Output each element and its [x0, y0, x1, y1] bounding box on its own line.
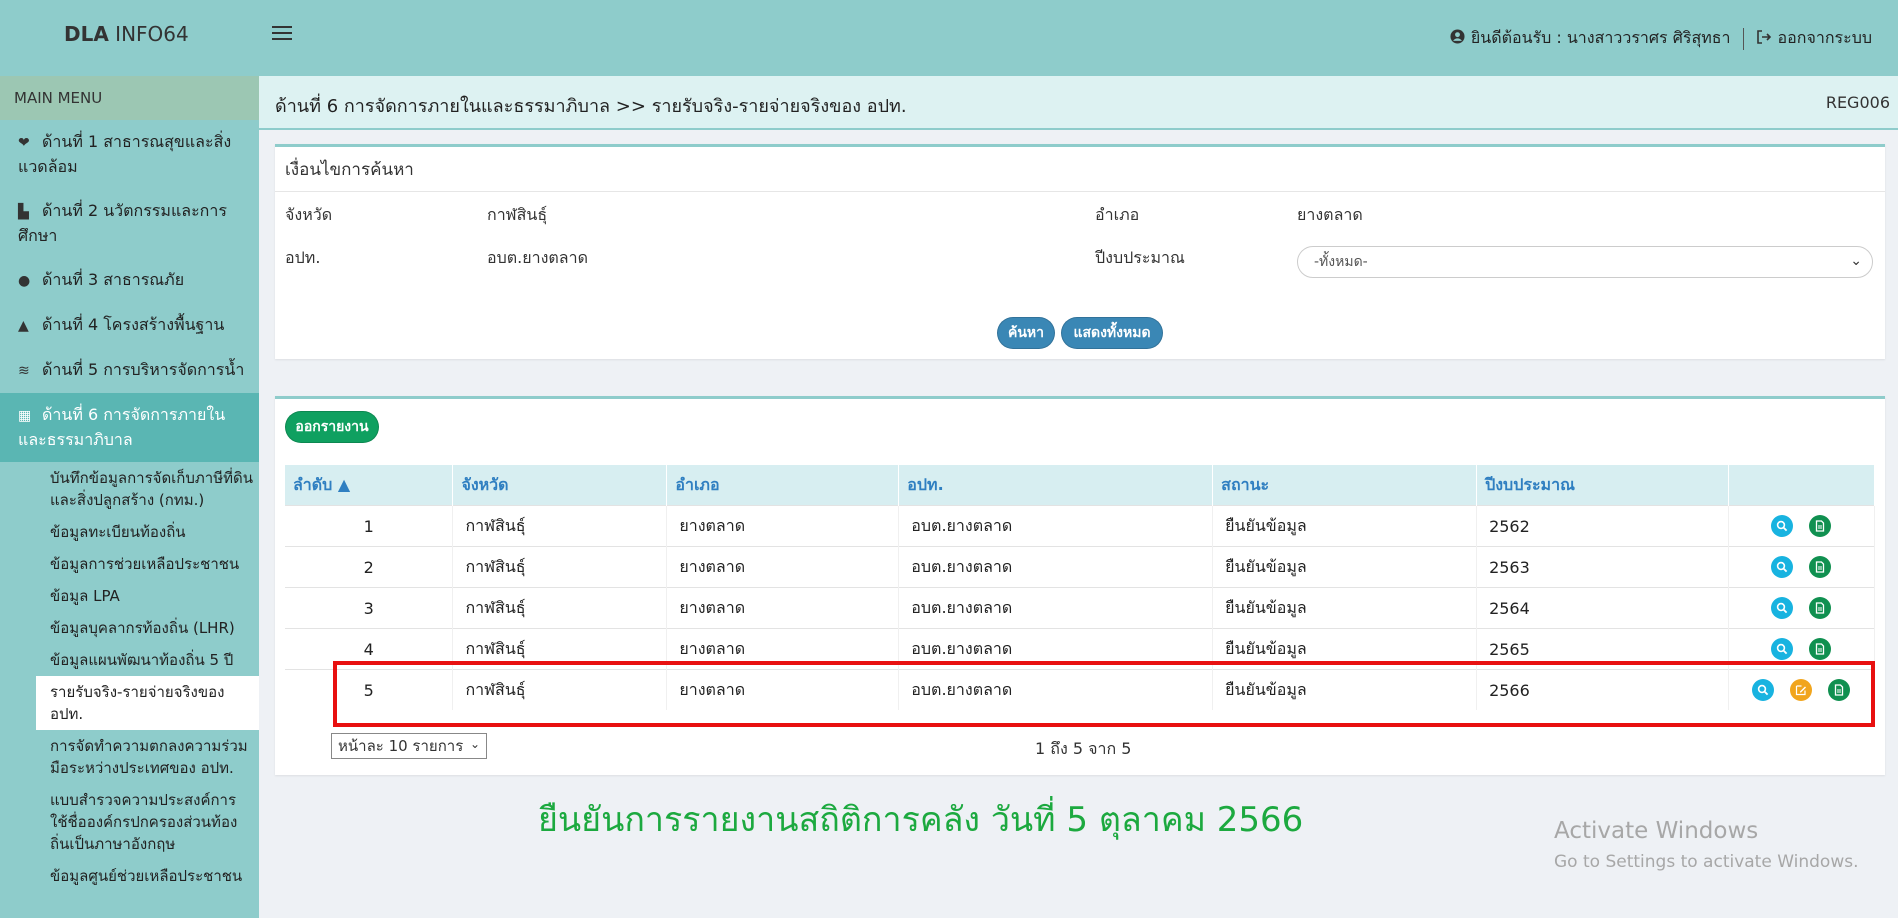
road-icon: ▲	[18, 318, 29, 334]
page-size-select[interactable]: หน้าละ 10 รายการ ⌄	[331, 733, 487, 759]
table-row: 2 กาฬสินธุ์ ยางตลาด อบต.ยางตลาด ยืนยันข้…	[285, 546, 1876, 588]
province-value: กาฬสินธุ์	[487, 205, 548, 224]
results-panel: ออกรายงาน ลำดับ ▲ จังหวัด อำเภอ อปท. สถา…	[275, 396, 1885, 775]
document-icon[interactable]	[1809, 597, 1832, 619]
search-panel-title: เงื่อนไขการค้นหา	[275, 147, 1885, 192]
district-label: อำเภอ	[1095, 205, 1140, 224]
col-header-actions	[1728, 465, 1876, 506]
submenu-item[interactable]: ข้อมูลแผนพัฒนาท้องถิ่น 5 ปี	[36, 644, 259, 676]
submenu-item[interactable]: ข้อมูล LPA	[36, 580, 259, 612]
submenu-item[interactable]: บันทึกข้อมูลการจัดเก็บภาษีที่ดินและสิ่งป…	[36, 462, 259, 516]
col-header-status[interactable]: สถานะ	[1212, 465, 1478, 506]
district-value: ยางตลาด	[1297, 205, 1363, 224]
logout-link[interactable]: ออกจากระบบ	[1778, 26, 1872, 51]
edit-icon[interactable]	[1790, 679, 1813, 701]
heartbeat-icon: ❤	[18, 135, 30, 151]
export-report-button[interactable]: ออกรายงาน	[285, 411, 379, 443]
sidebar-menu-title: MAIN MENU	[0, 76, 259, 120]
building-icon: ▦	[18, 408, 32, 424]
show-all-button[interactable]: แสดงทั้งหมด	[1061, 317, 1163, 349]
col-header-province[interactable]: จังหวัด	[452, 465, 668, 506]
sidebar-item-1[interactable]: ❤ ด้านที่ 1 สาธารณสุขและสิ่งแวดล้อม	[0, 120, 259, 189]
table-row: 3 กาฬสินธุ์ ยางตลาด อบต.ยางตลาด ยืนยันข้…	[285, 587, 1876, 629]
sidebar-item-2[interactable]: ▙ ด้านที่ 2 นวัตกรรมและการศึกษา	[0, 189, 259, 258]
table-row: 5 กาฬสินธุ์ ยางตลาด อบต.ยางตลาด ยืนยันข้…	[285, 669, 1876, 710]
document-icon[interactable]	[1828, 679, 1851, 701]
col-header-no[interactable]: ลำดับ ▲	[285, 465, 454, 506]
school-icon: ▙	[18, 204, 29, 220]
document-icon[interactable]	[1809, 638, 1832, 660]
sidebar-item-4[interactable]: ▲ ด้านที่ 4 โครงสร้างพื้นฐาน	[0, 303, 259, 348]
table-row: 4 กาฬสินธุ์ ยางตลาด อบต.ยางตลาด ยืนยันข้…	[285, 628, 1876, 670]
province-label: จังหวัด	[285, 205, 333, 224]
document-icon[interactable]	[1809, 515, 1832, 537]
view-icon[interactable]	[1771, 515, 1794, 537]
submenu-item[interactable]: ข้อมูลศูนย์ช่วยเหลือประชาชน	[36, 860, 259, 892]
submenu-item-active[interactable]: รายรับจริง-รายจ่ายจริงของ อปท.	[36, 676, 259, 730]
pagination-info: 1 ถึง 5 จาก 5	[1035, 739, 1132, 758]
org-value: อบต.ยางตลาด	[487, 248, 588, 267]
search-panel: เงื่อนไขการค้นหา จังหวัด กาฬสินธุ์ อำเภอ…	[275, 144, 1885, 359]
windows-watermark-title: Activate Windows	[1554, 818, 1759, 844]
submenu-item[interactable]: ข้อมูลทะเบียนท้องถิ่น	[36, 516, 259, 548]
user-circle-icon	[1450, 29, 1465, 48]
windows-watermark-subtitle: Go to Settings to activate Windows.	[1554, 852, 1859, 872]
table-row: 1 กาฬสินธุ์ ยางตลาด อบต.ยางตลาด ยืนยันข้…	[285, 505, 1876, 547]
results-table: ลำดับ ▲ จังหวัด อำเภอ อปท. สถานะ ปีงบประ…	[285, 465, 1876, 710]
sidebar-item-6[interactable]: ▦ ด้านที่ 6 การจัดการภายในและธรรมาภิบาล	[0, 393, 259, 462]
sidebar: MAIN MENU ❤ ด้านที่ 1 สาธารณสุขและสิ่งแวด…	[0, 76, 259, 918]
sidebar-submenu: บันทึกข้อมูลการจัดเก็บภาษีที่ดินและสิ่งป…	[0, 462, 259, 892]
welcome-text: ยินดีต้อนรับ : นางสาววราศร ศิริสุทธา	[1470, 28, 1731, 47]
search-button[interactable]: ค้นหา	[997, 317, 1055, 349]
submenu-item[interactable]: แบบสำรวจความประสงค์การใช้ชื่อองค์กรปกครอ…	[36, 784, 259, 860]
confirmation-annotation: ยืนยันการรายงานสถิติการคลัง วันที่ 5 ตุล…	[538, 800, 1304, 840]
water-icon: ≋	[18, 363, 30, 379]
sidebar-item-5[interactable]: ≋ ด้านที่ 5 การบริหารจัดการน้ำ	[0, 348, 259, 393]
org-label: อปท.	[285, 248, 321, 267]
submenu-item[interactable]: ข้อมูลการช่วยเหลือประชาชน	[36, 548, 259, 580]
year-select[interactable]: -ทั้งหมด- ⌄	[1297, 246, 1873, 278]
view-icon[interactable]	[1752, 679, 1775, 701]
view-icon[interactable]	[1771, 597, 1794, 619]
view-icon[interactable]	[1771, 638, 1794, 660]
table-header-row: ลำดับ ▲ จังหวัด อำเภอ อปท. สถานะ ปีงบประ…	[285, 465, 1876, 506]
menu-toggle-icon[interactable]	[272, 22, 292, 42]
chevron-down-icon: ⌄	[469, 737, 480, 751]
user-area: ยินดีต้อนรับ : นางสาววราศร ศิริสุทธา ออก…	[1450, 26, 1872, 51]
breadcrumb: ด้านที่ 6 การจัดการภายในและธรรมาภิบาล >>…	[275, 96, 907, 117]
brand-logo[interactable]: DLA INFO64	[64, 22, 189, 46]
document-icon[interactable]	[1809, 556, 1832, 578]
user-shield-icon: ●	[18, 273, 31, 289]
col-header-year[interactable]: ปีงบประมาณ	[1476, 465, 1729, 506]
submenu-item[interactable]: ข้อมูลบุคลากรท้องถิ่น (LHR)	[36, 612, 259, 644]
year-label: ปีงบประมาณ	[1095, 248, 1185, 267]
top-navbar: DLA INFO64 ยินดีต้อนรับ : นางสาววราศร ศิ…	[0, 0, 1898, 76]
submenu-item[interactable]: การจัดทำความตกลงความร่วมมือระหว่างประเทศ…	[36, 730, 259, 784]
breadcrumb-bar: ด้านที่ 6 การจัดการภายในและธรรมาภิบาล >>…	[259, 76, 1898, 130]
logout-icon[interactable]	[1756, 29, 1772, 49]
sidebar-item-3[interactable]: ● ด้านที่ 3 สาธารณภัย	[0, 258, 259, 303]
col-header-org[interactable]: อปท.	[898, 465, 1214, 506]
view-icon[interactable]	[1771, 556, 1794, 578]
page-code: REG006	[1825, 93, 1890, 112]
col-header-district[interactable]: อำเภอ	[666, 465, 900, 506]
chevron-down-icon: ⌄	[1850, 253, 1862, 269]
